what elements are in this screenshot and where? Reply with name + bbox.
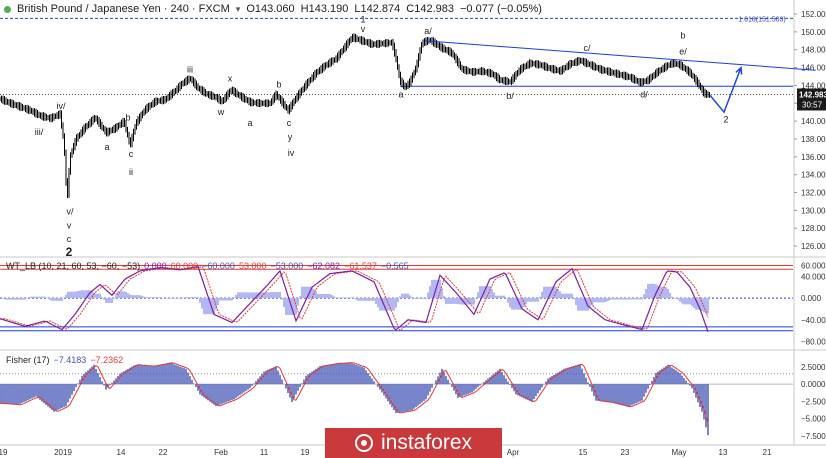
time-axis-label: 15 [579, 448, 588, 457]
wave-label: iv [288, 148, 295, 158]
price-axis-label: 146.000 [801, 64, 826, 73]
wave-label: b [680, 30, 685, 40]
wave-label: ii [129, 167, 133, 177]
wt-axis-label: 40.000 [801, 272, 826, 281]
last-price-label: 142.983 [799, 90, 826, 99]
wt-title[interactable]: WT_LB (10, 21, 60, 53, −60, −53) [6, 261, 140, 271]
wave-label: d/ [640, 89, 648, 99]
wave-label: v/ [66, 206, 74, 216]
chart-canvas[interactable]: 152.000150.000148.000146.000144.000142.0… [0, 0, 826, 458]
wave-label: a [247, 118, 252, 128]
fisher-axis-label: 0.0000 [801, 380, 826, 389]
time-axis-label: May [671, 448, 686, 457]
price-axis-label: 128.000 [801, 224, 826, 233]
time-axis-label: 13 [719, 448, 728, 457]
price-axis-label: 136.000 [801, 153, 826, 162]
time-axis-label: 21 [763, 448, 772, 457]
wt-axis-label: 0.000 [801, 294, 822, 303]
time-axis-label: 14 [117, 448, 126, 457]
fisher-axis-label: −2.5000 [801, 397, 826, 406]
time-axis-label: Apr [507, 448, 520, 457]
wave-label: iii/ [35, 127, 44, 137]
wave-label: c/ [583, 43, 591, 53]
wave-label: c [67, 234, 72, 244]
wave-label: 1 [360, 14, 365, 24]
time-axis-label: 19 [301, 448, 310, 457]
price-axis-label: 132.000 [801, 189, 826, 198]
wave-label: v [67, 221, 72, 231]
time-axis-label: 19 [0, 448, 8, 457]
wt-axis-label: −80.000 [801, 338, 826, 347]
wt-legend-value: −60.000 [202, 261, 235, 271]
wave-label: a [104, 142, 109, 152]
wave-label: a/ [424, 26, 432, 36]
fisher-legend-value: −7.2362 [90, 355, 124, 365]
price-axis-label: 138.000 [801, 135, 826, 144]
countdown-label: 30:57 [802, 100, 823, 109]
fisher-legend-value: −7.4183 [53, 355, 87, 365]
watermark: instaforex [325, 428, 502, 458]
wave-label: e/ [679, 46, 687, 56]
wave-label: y [288, 132, 293, 142]
projection-path [709, 67, 742, 114]
price-axis-label: 150.000 [801, 28, 826, 37]
fisher-title[interactable]: Fisher (17) [6, 355, 50, 365]
wave-label: c [129, 149, 134, 159]
wave-label: b [125, 113, 130, 123]
wave-label: w [217, 107, 225, 117]
instaforex-logo-icon [354, 434, 373, 452]
price-axis-label: 140.000 [801, 117, 826, 126]
wave-label: b [276, 80, 281, 90]
wave-label: iv/ [57, 101, 66, 111]
price-axis-label: 130.000 [801, 206, 826, 215]
wave-label: c [287, 118, 292, 128]
time-axis-label: 2019 [54, 448, 72, 457]
wave-label: a [398, 89, 403, 99]
wave-label: 2 [66, 245, 73, 259]
wt-legend-value: −61.537 [344, 261, 377, 271]
trend-line [424, 40, 816, 71]
wt-legend-value: 53.000 [238, 261, 267, 271]
watermark-text: instaforex [380, 431, 473, 454]
wave-label: iii [187, 64, 193, 74]
fisher-histogram [0, 362, 709, 436]
price-axis-label: 134.000 [801, 171, 826, 180]
wave-label: b/ [506, 91, 514, 101]
wt-axis-label: −40.000 [801, 316, 826, 325]
price-bars [0, 33, 710, 199]
price-axis-label: 152.000 [801, 10, 826, 19]
wave-label: 2 [723, 114, 728, 124]
wave-label: 1.618(151.503) [738, 16, 785, 23]
time-axis-label: 22 [159, 448, 168, 457]
time-axis-label: 11 [260, 448, 269, 457]
wave-label: x [228, 73, 233, 83]
price-axis-label: 148.000 [801, 46, 826, 55]
wave-label: v [361, 24, 366, 34]
fisher-axis-label: 2.5000 [801, 363, 826, 372]
wt-legend-value: 0.000 [144, 261, 167, 271]
wt-legend: WT_LB (10, 21, 60, 53, −60, −53) 0.000 6… [6, 261, 409, 271]
time-axis-label: Feb [214, 448, 228, 457]
price-axis-label: 126.000 [801, 242, 826, 251]
wt-legend-value: 60.000 [170, 261, 199, 271]
time-axis-label: 23 [621, 448, 630, 457]
wt-legend-value: −53.000 [270, 261, 304, 271]
wave-label: i [92, 116, 94, 126]
wt-axis-label: 60.000 [801, 261, 826, 270]
fisher-legend: Fisher (17) −7.4183 −7.2362 [6, 355, 123, 365]
fisher-axis-label: −5.0000 [801, 415, 826, 424]
wt-legend-value: −62.082 [307, 261, 341, 271]
fisher-axis-label: −7.5000 [801, 432, 826, 441]
wt-legend-value: −0.565 [380, 261, 409, 271]
